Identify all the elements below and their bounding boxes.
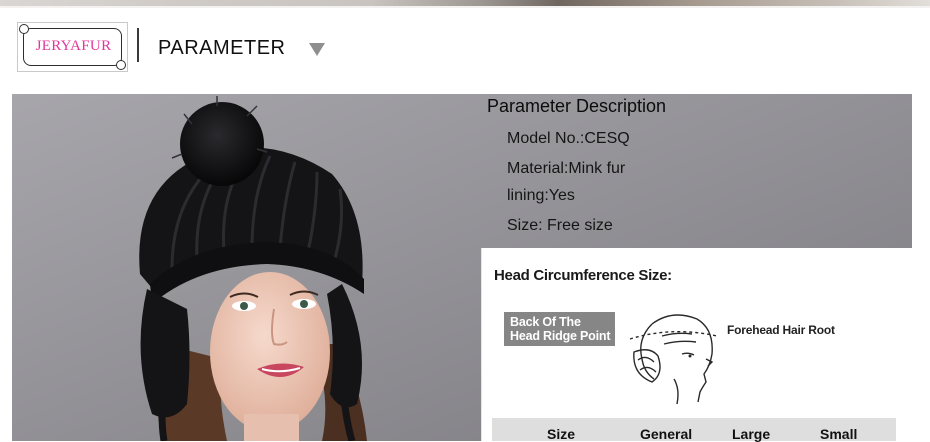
head-circumference-title: Head Circumference Size: — [494, 267, 672, 284]
back-label-line2: Head Ridge Point — [510, 329, 611, 343]
small-column-header: Small — [820, 426, 858, 442]
param-size: Size: Free size — [507, 217, 613, 234]
brand-logo[interactable]: JERYAFUR — [17, 22, 128, 72]
forehead-hair-root-label: Forehead Hair Root — [727, 323, 835, 337]
param-lining: lining:Yes — [507, 187, 575, 204]
param-material: Material:Mink fur — [507, 160, 626, 177]
logo-frame: JERYAFUR — [19, 24, 126, 70]
logo-text: JERYAFUR — [35, 38, 112, 54]
head-measurement-sketch — [629, 314, 718, 405]
section-title: PARAMETER — [158, 37, 286, 59]
large-column-header: Large — [732, 426, 771, 442]
size-column-header: Size — [547, 426, 576, 442]
parameter-description-title: Parameter Description — [487, 96, 667, 116]
triangle-down-icon — [309, 43, 325, 56]
back-of-head-label: Back Of The Head Ridge Point — [504, 312, 615, 346]
param-model-no: Model No.:CESQ — [507, 130, 630, 147]
top-image-strip — [0, 0, 930, 8]
header-divider — [137, 28, 139, 62]
head-circumference-card: Head Circumference Size: Back Of The Hea… — [481, 248, 912, 442]
general-column-header: General — [640, 426, 693, 442]
back-label-line1: Back Of The — [510, 315, 581, 329]
